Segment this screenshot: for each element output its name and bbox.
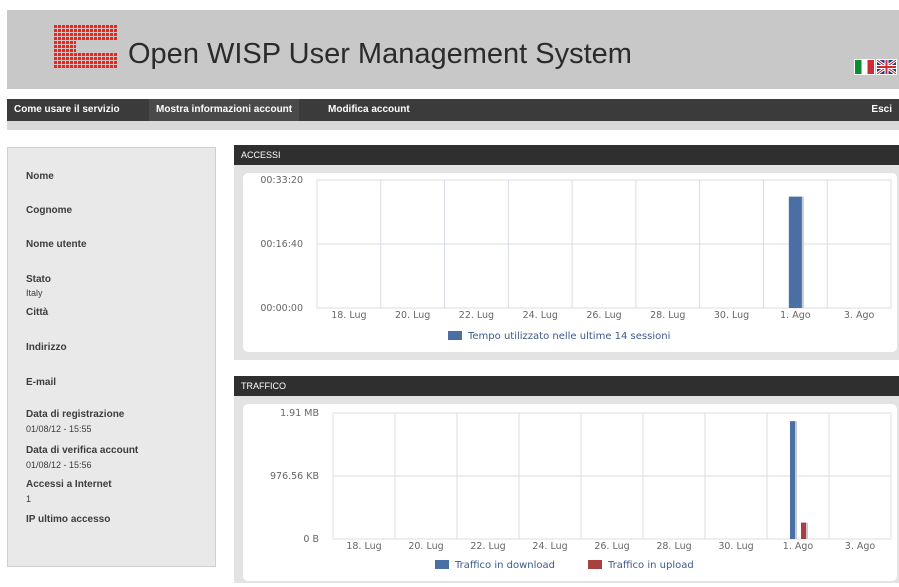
legend-swatch [435, 560, 449, 569]
flag-uk-icon[interactable] [876, 59, 897, 75]
x-tick-label: 24. Lug [532, 541, 567, 552]
x-tick-label: 30. Lug [714, 310, 749, 321]
y-tick-label: 00:00:00 [260, 303, 303, 314]
x-tick-label: 1. Ago [783, 541, 814, 552]
x-tick-label: 28. Lug [656, 541, 691, 552]
legend-label: Tempo utilizzato nelle ultime 14 session… [467, 331, 670, 342]
y-tick-label: 00:16:40 [260, 239, 303, 250]
main-navbar: Come usare il servizio Mostra informazio… [7, 99, 899, 130]
app-title: Open WISP User Management System [128, 38, 632, 70]
x-tick-label: 28. Lug [650, 310, 685, 321]
y-tick-label: 976.56 KB [270, 471, 319, 482]
nav-come-usare[interactable]: Come usare il servizio [7, 99, 127, 121]
x-tick-label: 20. Lug [395, 310, 430, 321]
x-tick-label: 18. Lug [346, 541, 381, 552]
field-label-nome-utente: Nome utente [26, 239, 87, 250]
traffico-chart: 0 B 976.56 KB 1.91 MB 18. Lug 20. Lug 22. Lug… [243, 404, 897, 581]
field-value-data-registrazione: 01/08/12 - 15:55 [26, 424, 92, 434]
data-bar [790, 421, 795, 539]
field-label-stato: Stato [26, 274, 51, 285]
y-tick-label: 0 B [303, 534, 319, 545]
flag-italy-icon[interactable] [854, 59, 875, 75]
field-value-data-verifica: 01/08/12 - 15:56 [26, 460, 92, 470]
navbar-shadow [7, 121, 899, 130]
data-bar [788, 196, 802, 308]
accessi-chart-svg: 00:00:00 00:16:40 00:33:20 18. Lug 20. Lug 22… [260, 175, 892, 342]
field-value-stato: Italy [26, 288, 43, 298]
field-label-ip-ultimo-accesso: IP ultimo accesso [26, 514, 111, 525]
field-label-data-registrazione: Data di registrazione [26, 409, 125, 420]
x-tick-label: 18. Lug [331, 310, 366, 321]
x-tick-label: 3. Ago [845, 541, 876, 552]
legend-label: Traffico in download [454, 560, 555, 571]
openwisp-logo [54, 25, 118, 69]
panel-title-traffico: TRAFFICO [234, 376, 899, 396]
y-tick-label: 00:33:20 [260, 175, 303, 186]
field-label-data-verifica: Data di verifica account [26, 445, 139, 456]
x-tick-label: 1. Ago [780, 310, 811, 321]
data-bar [801, 522, 806, 539]
logout-link[interactable]: Esci [864, 99, 899, 121]
field-label-indirizzo: Indirizzo [26, 342, 67, 353]
accessi-chart: 00:00:00 00:16:40 00:33:20 18. Lug 20. Lug 22… [243, 173, 897, 352]
y-tick-label: 1.91 MB [280, 408, 319, 419]
nav-modifica-account[interactable]: Modifica account [321, 99, 417, 121]
legend-swatch [448, 331, 462, 340]
header-banner: Open WISP User Management System [7, 10, 899, 89]
field-label-nome: Nome [26, 171, 54, 182]
legend-label: Traffico in upload [607, 560, 694, 571]
x-tick-label: 3. Ago [844, 310, 875, 321]
panel-title-accessi: ACCESSI [234, 145, 899, 165]
field-label-email: E-mail [26, 377, 57, 388]
field-label-cognome: Cognome [26, 205, 73, 216]
x-tick-label: 30. Lug [718, 541, 753, 552]
x-tick-label: 22. Lug [470, 541, 505, 552]
x-tick-label: 26. Lug [594, 541, 629, 552]
x-tick-label: 26. Lug [586, 310, 621, 321]
legend-swatch [588, 560, 602, 569]
field-label-citta: Città [26, 307, 49, 318]
x-tick-label: 24. Lug [523, 310, 558, 321]
field-label-accessi-internet: Accessi a Internet [26, 479, 112, 490]
x-tick-label: 22. Lug [459, 310, 494, 321]
x-tick-label: 20. Lug [408, 541, 443, 552]
account-info-sidebar: Nome Cognome Nome utente Stato Italy Cit… [7, 147, 216, 567]
traffico-chart-svg: 0 B 976.56 KB 1.91 MB 18. Lug 20. Lug 22. Lug… [270, 408, 892, 571]
nav-mostra-informazioni[interactable]: Mostra informazioni account [149, 99, 300, 121]
field-value-accessi-internet: 1 [26, 494, 32, 504]
